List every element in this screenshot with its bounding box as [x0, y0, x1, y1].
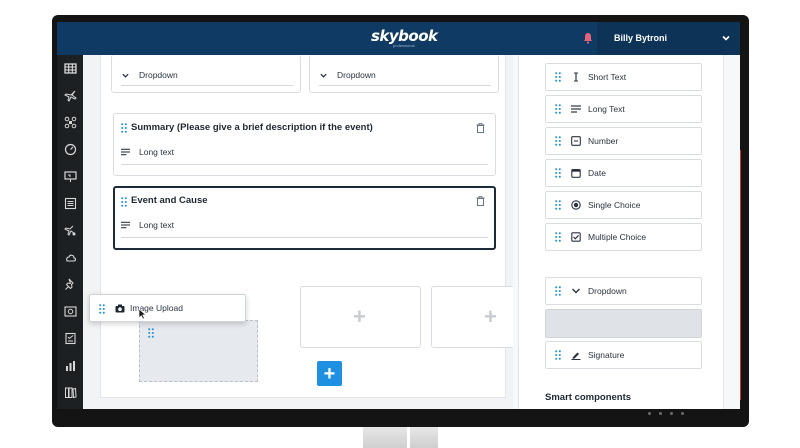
list-icon[interactable] [63, 196, 77, 210]
drag-handle-icon[interactable] [148, 328, 154, 338]
drag-handle-icon[interactable] [121, 197, 127, 207]
dropdown-field-card[interactable]: Dropdown [111, 55, 301, 93]
drag-handle-icon[interactable] [555, 168, 561, 178]
pin-icon[interactable] [63, 277, 77, 291]
field-type-label: Long text [139, 147, 174, 157]
short-text-icon [571, 72, 581, 82]
component-palette-panel: Short Text Long Text Number Date Single [513, 55, 740, 409]
palette-item-label: Single Choice [588, 200, 641, 210]
field-underline [121, 85, 293, 86]
chevron-down-icon [571, 286, 581, 296]
presentation-icon[interactable] [63, 169, 77, 183]
palette-item-date[interactable]: Date [545, 159, 702, 187]
chevron-down-icon [122, 73, 129, 78]
checkbox-icon [571, 232, 581, 242]
long-text-icon [571, 104, 581, 114]
dropdown-field-card[interactable]: Dropdown [309, 55, 499, 93]
drag-handle-icon[interactable] [555, 104, 561, 114]
camera-icon [115, 304, 125, 313]
palette-item-label: Signature [588, 350, 625, 360]
plus-icon[interactable]: + [484, 306, 497, 328]
chevron-down-icon [722, 35, 730, 41]
add-row-button[interactable]: + [317, 361, 342, 386]
palette-item-label: Short Text [588, 72, 627, 82]
user-name: Billy Bytroni [614, 33, 668, 43]
drop-zone-column[interactable] [139, 320, 258, 382]
route-icon[interactable] [63, 223, 77, 237]
drag-handle-icon[interactable] [555, 200, 561, 210]
camera-icon[interactable] [63, 304, 77, 318]
drag-handle-icon[interactable] [99, 304, 105, 314]
drag-handle-icon[interactable] [555, 286, 561, 296]
palette-item-label: Multiple Choice [588, 232, 647, 242]
long-text-icon [121, 148, 130, 156]
radio-icon [571, 200, 581, 210]
grid-icon[interactable] [63, 61, 77, 75]
trash-icon[interactable] [476, 123, 485, 133]
plus-icon[interactable]: + [353, 306, 366, 328]
palette-item-label: Number [588, 136, 619, 146]
drag-handle-icon[interactable] [555, 136, 561, 146]
component-palette: Short Text Long Text Number Date Single [518, 55, 724, 409]
bell-icon[interactable] [583, 32, 593, 44]
sidebar [57, 55, 83, 409]
dragged-image-upload-item[interactable]: Image Upload [89, 294, 246, 322]
calendar-icon [571, 168, 581, 178]
palette-item-number[interactable]: Number [545, 127, 702, 155]
field-type-label: Long text [139, 220, 174, 230]
number-icon [571, 136, 581, 146]
palette-item-long-text[interactable]: Long Text [545, 95, 702, 123]
signature-icon [571, 350, 581, 360]
drag-handle-icon[interactable] [555, 350, 561, 360]
field-underline [121, 164, 488, 165]
drag-handle-icon[interactable] [555, 232, 561, 242]
palette-item-dropdown[interactable]: Dropdown [545, 277, 702, 305]
weather-icon[interactable] [63, 250, 77, 264]
plane-icon[interactable] [63, 88, 77, 102]
summary-field-card[interactable]: Summary (Please give a brief description… [113, 113, 496, 176]
drag-handle-icon[interactable] [121, 123, 127, 133]
field-underline [121, 237, 488, 238]
trash-icon[interactable] [476, 196, 485, 206]
palette-item-label: Dropdown [588, 286, 627, 296]
screen: skybook professional Billy Bytroni Dropd… [57, 22, 740, 409]
event-field-card[interactable]: Event and Cause Long text [113, 186, 496, 250]
card-title: Summary (Please give a brief description… [131, 122, 373, 133]
monitor-stand-left [363, 427, 407, 448]
top-bar: skybook professional Billy Bytroni [57, 22, 740, 55]
cursor-icon [138, 308, 147, 320]
drag-handle-icon[interactable] [555, 72, 561, 82]
palette-item-signature[interactable]: Signature [545, 341, 702, 369]
monitor-buttons [648, 412, 684, 415]
palette-item-label: Date [588, 168, 606, 178]
chart-icon[interactable] [63, 358, 77, 372]
card-title: Event and Cause [131, 195, 208, 206]
long-text-icon [121, 221, 130, 229]
app-logo-subtitle: professional [393, 43, 415, 48]
monitor-stand-right [410, 427, 438, 448]
drone-icon[interactable] [63, 115, 77, 129]
palette-item-single-choice[interactable]: Single Choice [545, 191, 702, 219]
empty-column[interactable]: + [300, 286, 421, 348]
form-builder: Dropdown Dropdown Summary (Please give a… [83, 55, 552, 409]
chevron-down-icon [320, 73, 327, 78]
field-underline [319, 85, 491, 86]
palette-item-multiple-choice[interactable]: Multiple Choice [545, 223, 702, 251]
user-menu[interactable]: Billy Bytroni [597, 22, 740, 55]
smart-components-heading: Smart components [545, 392, 632, 403]
palette-item-label: Long Text [588, 104, 625, 114]
dropdown-label: Dropdown [337, 70, 376, 80]
dropdown-label: Dropdown [139, 70, 178, 80]
palette-item-short-text[interactable]: Short Text [545, 63, 702, 91]
library-icon[interactable] [63, 385, 77, 399]
checklist-icon[interactable] [63, 331, 77, 345]
palette-item-placeholder [545, 309, 702, 338]
dashboard-icon[interactable] [63, 142, 77, 156]
